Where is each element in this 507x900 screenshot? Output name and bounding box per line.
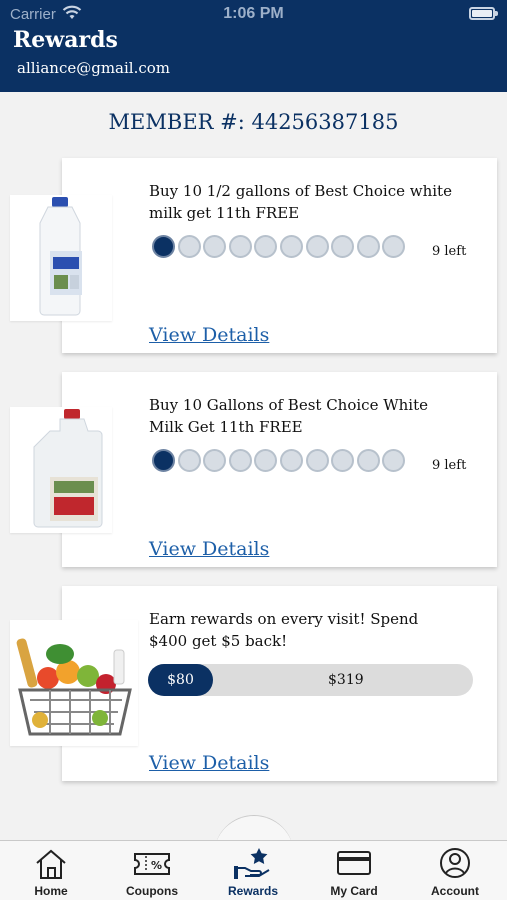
stamp-empty — [203, 449, 227, 472]
reward-title: Earn rewards on every visit! Spend $400 … — [149, 610, 419, 650]
remaining-count: 9 left — [432, 458, 467, 473]
page-title: Rewards — [13, 27, 118, 53]
reward-title: Buy 10 Gallons of Best Choice White Milk… — [149, 396, 428, 436]
user-email: alliance@gmail.com — [17, 59, 171, 77]
home-icon — [36, 849, 66, 879]
stamp-empty — [305, 235, 329, 258]
stamp-empty — [356, 235, 380, 258]
remaining-count: 9 left — [432, 244, 467, 259]
stamp-empty — [228, 449, 252, 472]
stamp-empty — [331, 449, 355, 472]
tab-label: Home — [34, 884, 68, 898]
tab-account[interactable]: Account — [410, 846, 500, 900]
stamp-empty — [279, 235, 303, 258]
reward-card[interactable]: Buy 10 Gallons of Best Choice White Milk… — [62, 372, 497, 567]
stamp-progress — [152, 235, 406, 258]
view-details-link[interactable]: View Details — [149, 752, 269, 774]
stamp-empty — [177, 449, 201, 472]
tab-label: Rewards — [227, 884, 279, 898]
view-details-link[interactable]: View Details — [149, 538, 269, 560]
tab-label: My Card — [330, 884, 378, 898]
stamp-empty — [331, 235, 355, 258]
stamp-empty — [203, 235, 227, 258]
stamp-empty — [228, 235, 252, 258]
card-icon — [337, 851, 371, 875]
tab-rewards[interactable]: Rewards — [208, 846, 298, 900]
rewards-icon — [234, 848, 270, 879]
stamp-filled — [152, 235, 175, 258]
stamp-empty — [382, 449, 406, 472]
tab-coupons[interactable]: % Coupons — [107, 846, 197, 900]
tab-my-card[interactable]: My Card — [309, 846, 399, 900]
half-gallon-milk-icon — [10, 195, 112, 321]
status-time: 1:06 PM — [223, 5, 284, 22]
tab-label: Account — [431, 884, 479, 898]
svg-text:%: % — [151, 859, 162, 872]
spent-amount: $80 — [148, 664, 213, 696]
tab-home[interactable]: Home — [6, 846, 96, 900]
tab-label: Coupons — [126, 884, 178, 898]
grocery-basket-icon — [10, 620, 138, 746]
account-icon — [440, 848, 470, 878]
member-number: MEMBER #: 44256387185 — [108, 110, 399, 134]
status-bar: Carrier 1:06 PM — [0, 0, 507, 30]
stamp-empty — [382, 235, 406, 258]
stamp-empty — [356, 449, 380, 472]
stamp-empty — [177, 235, 201, 258]
stamp-empty — [254, 235, 278, 258]
stamp-empty — [279, 449, 303, 472]
battery-icon — [469, 7, 498, 20]
app-header: Carrier 1:06 PM Rewards alliance@gmail.c… — [0, 0, 507, 92]
view-details-link[interactable]: View Details — [149, 324, 269, 346]
spend-progress-bar: $80 $319 — [148, 664, 473, 696]
stamp-empty — [305, 449, 329, 472]
stamp-empty — [254, 449, 278, 472]
reward-title: Buy 10 1/2 gallons of Best Choice white … — [149, 182, 452, 222]
reward-card[interactable]: Buy 10 1/2 gallons of Best Choice white … — [62, 158, 497, 353]
remaining-amount: $319 — [328, 672, 364, 688]
stamp-filled — [152, 449, 175, 472]
stamp-progress — [152, 449, 406, 472]
gallon-milk-icon — [10, 407, 112, 533]
coupon-icon: % — [134, 853, 170, 875]
